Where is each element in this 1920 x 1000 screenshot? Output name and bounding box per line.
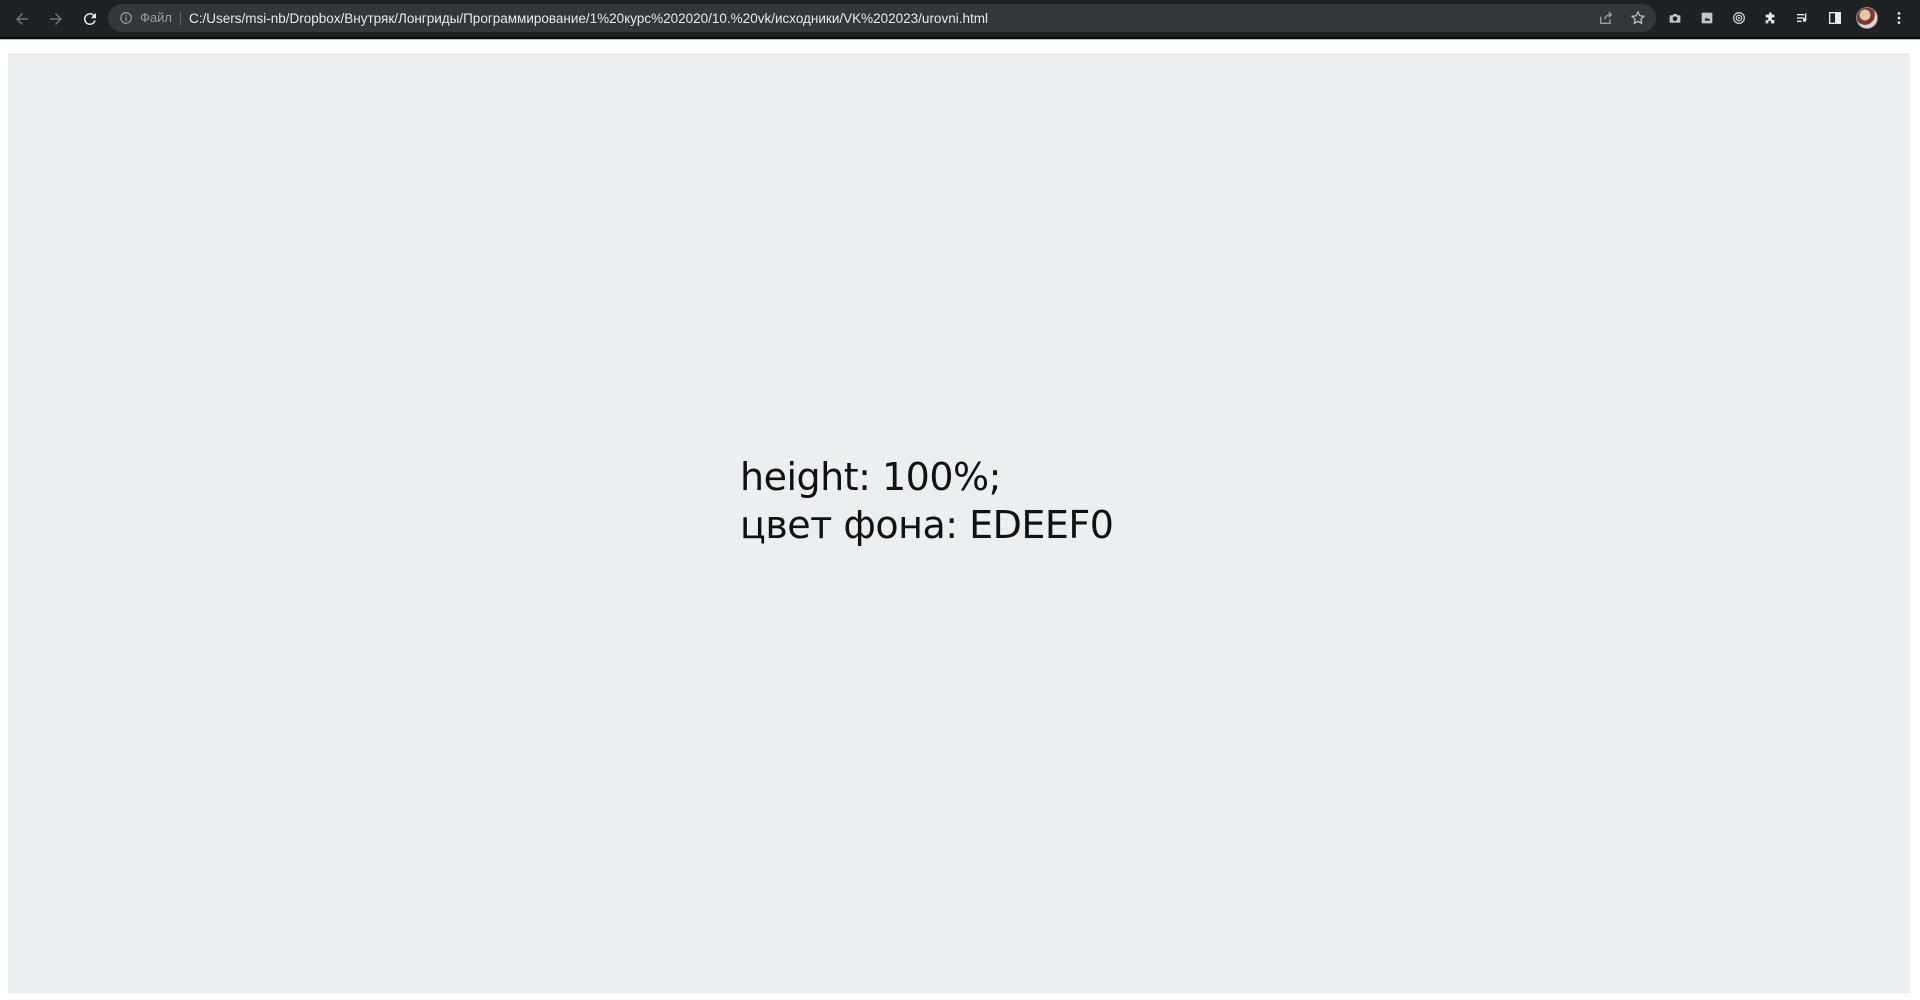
url-text[interactable]: C:/Users/msi-nb/Dropbox/Внутряк/Лонгриды… <box>189 11 988 26</box>
address-bar[interactable]: Файл C:/Users/msi-nb/Dropbox/Внутряк/Лон… <box>108 4 1656 32</box>
camera-icon[interactable] <box>1662 5 1688 31</box>
extensions-toolbar <box>1662 4 1912 32</box>
puzzle-icon[interactable] <box>1758 5 1784 31</box>
toolbar-divider <box>0 37 1920 40</box>
back-arrow-icon <box>16 12 28 25</box>
more-menu-button[interactable] <box>1886 5 1912 31</box>
height-line: height: 100%; <box>740 455 1001 499</box>
file-scheme-label: Файл <box>140 11 181 25</box>
centered-text-block: height: 100%; цвет фона: EDEEF0 <box>740 453 1114 549</box>
forward-button[interactable] <box>40 3 72 35</box>
address-bar-actions <box>1594 4 1650 32</box>
page-content: height: 100%; цвет фона: EDEEF0 <box>8 53 1910 993</box>
background-color-line: цвет фона: EDEEF0 <box>740 503 1114 547</box>
extension-square-icon[interactable] <box>1694 5 1720 31</box>
target-icon[interactable] <box>1726 5 1752 31</box>
forward-arrow-icon <box>50 12 62 25</box>
star-icon[interactable] <box>1626 6 1650 30</box>
profile-avatar-button[interactable] <box>1854 5 1880 31</box>
side-panel-icon[interactable] <box>1822 5 1848 31</box>
browser-toolbar: Файл C:/Users/msi-nb/Dropbox/Внутряк/Лон… <box>0 0 1920 37</box>
reading-list-icon[interactable] <box>1790 5 1816 31</box>
reload-button[interactable] <box>74 3 106 35</box>
reload-icon <box>83 12 96 25</box>
more-menu-icon <box>1897 12 1901 24</box>
info-icon[interactable] <box>118 10 134 26</box>
back-button[interactable] <box>6 3 38 35</box>
avatar <box>1856 7 1878 29</box>
share-icon[interactable] <box>1594 6 1618 30</box>
